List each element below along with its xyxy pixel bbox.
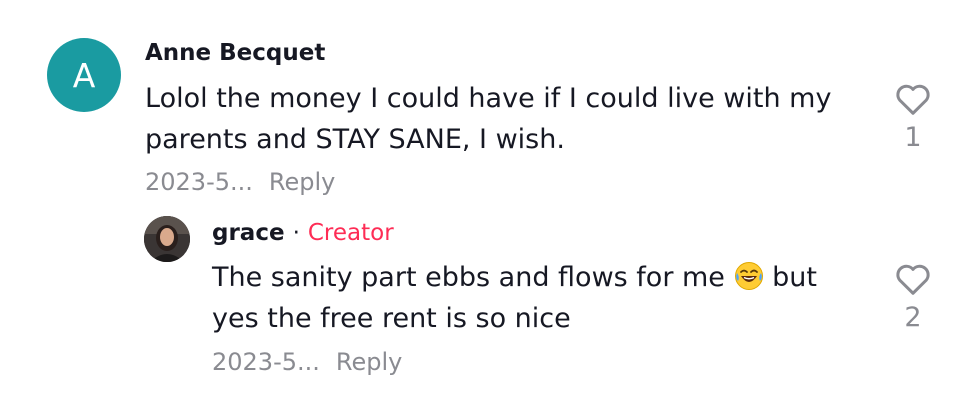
creator-badge: Creator xyxy=(307,220,394,246)
reply-button[interactable]: Reply xyxy=(269,168,335,196)
comment-meta: 2023-5... Reply xyxy=(145,168,335,196)
reply-text: The sanity part ebbs and flows for me bu… xyxy=(212,257,862,339)
reply-button[interactable]: Reply xyxy=(336,348,402,376)
heart-outline-icon[interactable] xyxy=(895,82,931,116)
reply-username[interactable]: grace xyxy=(212,220,285,246)
avatar-initial: A xyxy=(72,55,96,95)
avatar[interactable] xyxy=(144,216,190,262)
comment-like: 1 xyxy=(888,82,938,153)
reply-header: grace · Creator xyxy=(212,220,394,246)
comment-date: 2023-5... xyxy=(145,168,253,196)
reply-text-part-1: The sanity part ebbs and flows for me xyxy=(212,262,725,293)
reply-like: 2 xyxy=(888,262,938,333)
heart-outline-icon[interactable] xyxy=(895,262,931,296)
avatar[interactable]: A xyxy=(47,38,121,112)
like-count: 1 xyxy=(904,122,922,153)
face-with-tears-of-joy-icon xyxy=(734,261,764,291)
separator-dot: · xyxy=(292,220,300,246)
like-count: 2 xyxy=(904,302,922,333)
reply-date: 2023-5... xyxy=(212,348,320,376)
reply-meta: 2023-5... Reply xyxy=(212,348,402,376)
comment-text: Lolol the money I could have if I could … xyxy=(145,83,832,155)
comment-username[interactable]: Anne Becquet xyxy=(145,40,325,66)
